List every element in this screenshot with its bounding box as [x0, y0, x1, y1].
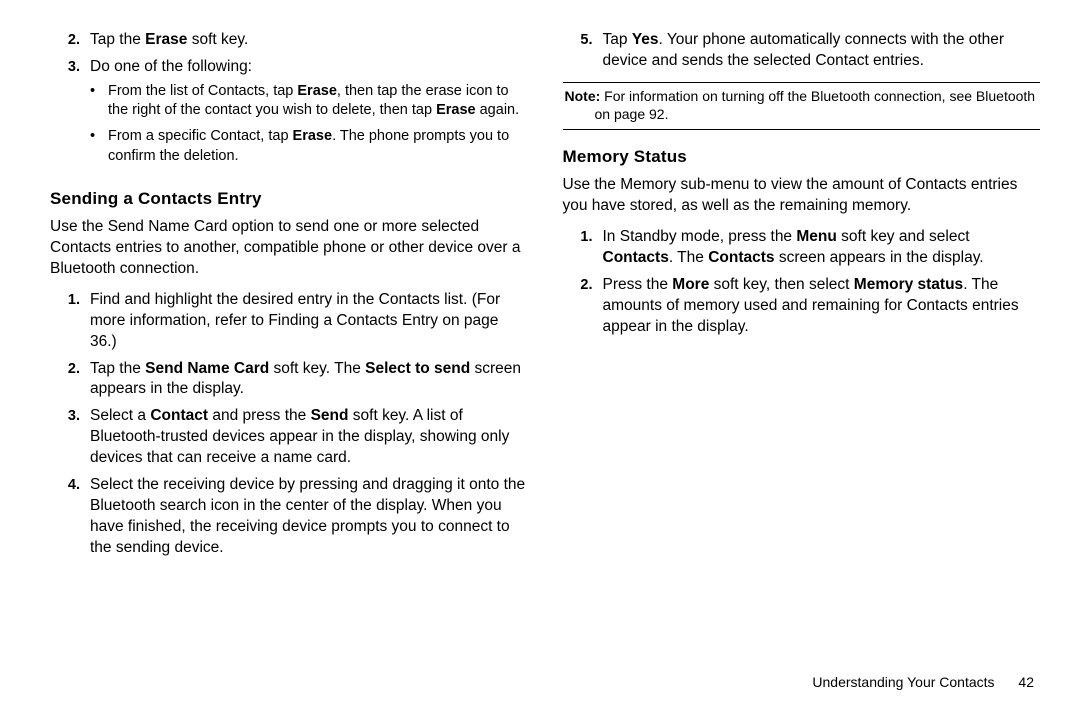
bullet-mark: •	[90, 82, 108, 121]
item-body: In Standby mode, press the Menu soft key…	[603, 227, 1041, 269]
bold: Memory status	[854, 276, 963, 293]
footer-section: Understanding Your Contacts	[812, 674, 994, 690]
text: Select a	[90, 407, 150, 424]
bold: Select to send	[365, 360, 470, 377]
item-body: Tap the Erase soft key.	[90, 30, 528, 51]
paragraph: Use the Memory sub-menu to view the amou…	[563, 175, 1041, 217]
item-number: 3.	[50, 406, 90, 469]
item-body: Find and highlight the desired entry in …	[90, 290, 528, 353]
text: again.	[476, 102, 520, 118]
bullet-mark: •	[90, 127, 108, 166]
left-column: 2. Tap the Erase soft key. 3. Do one of …	[50, 30, 528, 690]
bold: More	[672, 276, 709, 293]
bold: Erase	[436, 102, 476, 118]
text: Tap the	[90, 31, 145, 48]
item-number: 2.	[50, 359, 90, 401]
page-footer: Understanding Your Contacts 42	[812, 673, 1034, 692]
list-item: 2. Tap the Erase soft key.	[50, 30, 528, 51]
bullet-body: From a specific Contact, tap Erase. The …	[108, 127, 528, 166]
text: Press the	[603, 276, 673, 293]
bold: Send Name Card	[145, 360, 269, 377]
ordered-list-erase: 2. Tap the Erase soft key. 3. Do one of …	[50, 30, 528, 172]
bold: Erase	[293, 128, 333, 144]
bold: Contacts	[708, 249, 774, 266]
bold: Contacts	[603, 249, 669, 266]
bold: Yes	[632, 31, 659, 48]
bullet-item: • From a specific Contact, tap Erase. Th…	[90, 127, 528, 166]
bold: Send	[311, 407, 349, 424]
item-number: 5.	[563, 30, 603, 72]
list-item: 4. Select the receiving device by pressi…	[50, 475, 528, 559]
list-item: 5. Tap Yes. Your phone automatically con…	[563, 30, 1041, 72]
item-number: 3.	[50, 57, 90, 172]
bold: Menu	[796, 228, 836, 245]
bullet-list: • From the list of Contacts, tap Erase, …	[90, 82, 528, 166]
item-body: Select a Contact and press the Send soft…	[90, 406, 528, 469]
item-number: 2.	[563, 275, 603, 338]
text: and press the	[208, 407, 311, 424]
note-text: For information on turning off the Bluet…	[595, 88, 1036, 122]
page-number: 42	[1018, 674, 1034, 690]
ordered-list-send: 1. Find and highlight the desired entry …	[50, 290, 528, 559]
list-item: 2. Press the More soft key, then select …	[563, 275, 1041, 338]
text: Tap	[603, 31, 632, 48]
bullet-item: • From the list of Contacts, tap Erase, …	[90, 82, 528, 121]
paragraph: Use the Send Name Card option to send on…	[50, 217, 528, 280]
text: soft key. The	[269, 360, 365, 377]
text: Tap the	[90, 360, 145, 377]
text: From a specific Contact, tap	[108, 128, 293, 144]
text: soft key, then select	[709, 276, 853, 293]
text: . The	[669, 249, 708, 266]
ordered-list-continue: 5. Tap Yes. Your phone automatically con…	[563, 30, 1041, 72]
list-item: 2. Tap the Send Name Card soft key. The …	[50, 359, 528, 401]
text: Do one of the following:	[90, 58, 252, 75]
right-column: 5. Tap Yes. Your phone automatically con…	[563, 30, 1041, 690]
text: soft key and select	[837, 228, 970, 245]
item-number: 2.	[50, 30, 90, 51]
item-body: Do one of the following: • From the list…	[90, 57, 528, 172]
item-number: 4.	[50, 475, 90, 559]
item-body: Tap the Send Name Card soft key. The Sel…	[90, 359, 528, 401]
note-label: Note:	[565, 88, 601, 104]
bold: Erase	[145, 31, 187, 48]
list-item: 1. In Standby mode, press the Menu soft …	[563, 227, 1041, 269]
item-body: Select the receiving device by pressing …	[90, 475, 528, 559]
list-item: 3. Select a Contact and press the Send s…	[50, 406, 528, 469]
bullet-body: From the list of Contacts, tap Erase, th…	[108, 82, 528, 121]
bold: Contact	[150, 407, 208, 424]
text: From the list of Contacts, tap	[108, 83, 297, 99]
heading-sending-contacts: Sending a Contacts Entry	[50, 188, 528, 211]
item-number: 1.	[563, 227, 603, 269]
heading-memory-status: Memory Status	[563, 146, 1041, 169]
text: screen appears in the display.	[775, 249, 984, 266]
page: 2. Tap the Erase soft key. 3. Do one of …	[0, 0, 1080, 720]
item-body: Tap Yes. Your phone automatically connec…	[603, 30, 1041, 72]
text: In Standby mode, press the	[603, 228, 797, 245]
item-body: Press the More soft key, then select Mem…	[603, 275, 1041, 338]
note-box: Note: For information on turning off the…	[563, 82, 1041, 130]
text: soft key.	[187, 31, 248, 48]
item-number: 1.	[50, 290, 90, 353]
ordered-list-memory: 1. In Standby mode, press the Menu soft …	[563, 227, 1041, 338]
text: . Your phone automatically connects with…	[603, 31, 1005, 69]
list-item: 1. Find and highlight the desired entry …	[50, 290, 528, 353]
list-item: 3. Do one of the following: • From the l…	[50, 57, 528, 172]
bold: Erase	[297, 83, 337, 99]
